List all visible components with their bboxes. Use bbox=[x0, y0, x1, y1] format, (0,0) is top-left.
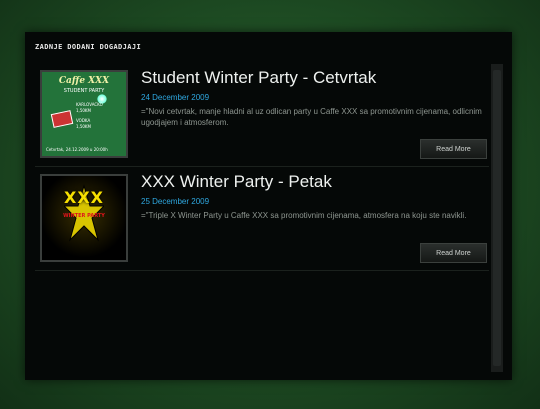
card-decoration bbox=[50, 110, 74, 128]
event-description: ="Novi cetvrtak, manje hladni al uz odli… bbox=[141, 107, 482, 127]
read-more-button[interactable]: Read More bbox=[420, 243, 487, 263]
poster-brand: Caffe XXX bbox=[58, 76, 110, 86]
poster-line: 1,50KM bbox=[76, 108, 91, 113]
event-date: 24 December 2009 bbox=[141, 93, 210, 102]
event-poster-image[interactable]: Caffe XXX STUDENT PARTY KARLOVACKO 1,50K… bbox=[40, 70, 128, 158]
event-date: 25 December 2009 bbox=[141, 197, 210, 206]
event-title[interactable]: XXX Winter Party - Petak bbox=[141, 172, 332, 192]
event-description: ="Triple X Winter Party u Caffe XXX sa p… bbox=[141, 211, 467, 220]
poster-subtitle: STUDENT PARTY bbox=[63, 88, 105, 94]
event-item: Caffe XXX STUDENT PARTY KARLOVACKO 1,50K… bbox=[35, 64, 489, 167]
scrollbar[interactable] bbox=[491, 64, 503, 372]
read-more-button[interactable]: Read More bbox=[420, 139, 487, 159]
poster-logo: XXX bbox=[63, 188, 104, 207]
event-poster-image[interactable]: XXX WINTER PARTY bbox=[40, 174, 128, 262]
poster-line: VODKA bbox=[76, 118, 91, 123]
event-item: XXX WINTER PARTY XXX Winter Party - Peta… bbox=[35, 168, 489, 271]
poster-footer: Cetvrtak, 24.12.2009 u 20:00h bbox=[46, 147, 108, 152]
event-title[interactable]: Student Winter Party - Cetvrtak bbox=[141, 68, 376, 88]
poster-line: KARLOVACKO bbox=[76, 102, 103, 107]
poster-caption: WINTER PARTY bbox=[63, 213, 105, 219]
scrollbar-thumb[interactable] bbox=[493, 70, 501, 366]
poster-line: 1,50KM bbox=[76, 124, 91, 129]
events-panel: ZADNJE DODANI DOGADJAJI Caffe XXX STUDEN… bbox=[25, 32, 512, 380]
panel-title: ZADNJE DODANI DOGADJAJI bbox=[35, 43, 142, 51]
